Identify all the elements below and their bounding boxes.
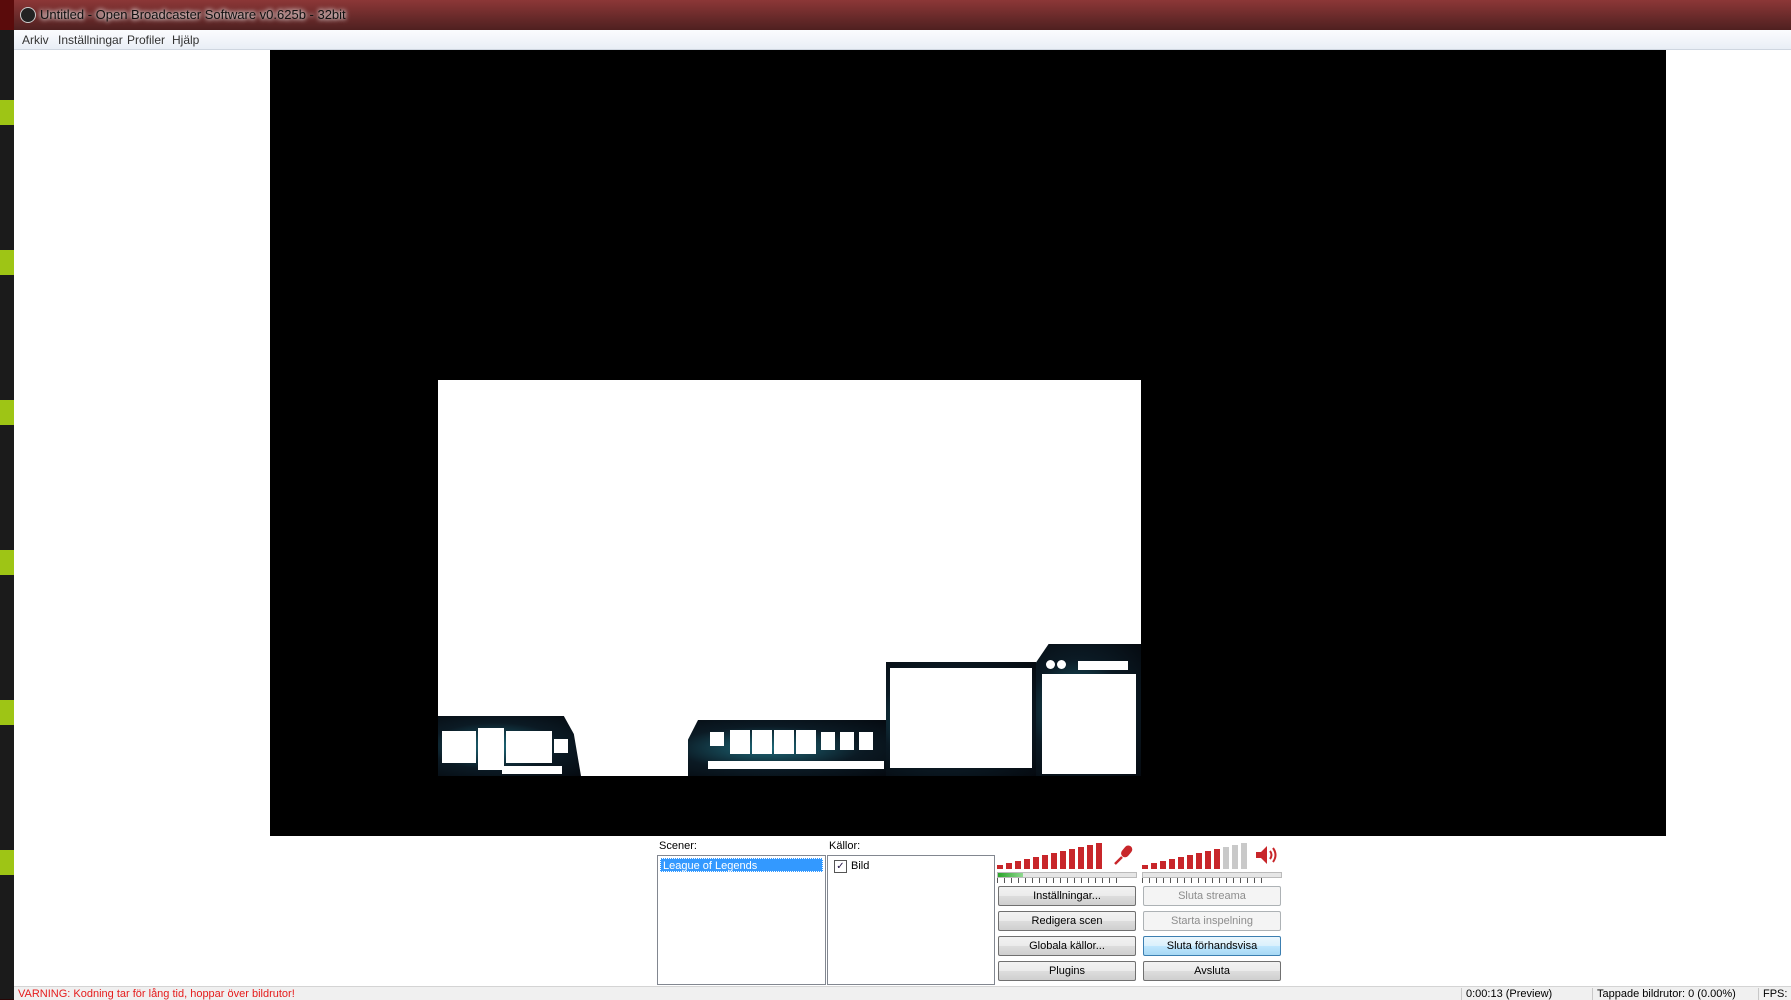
exit-button[interactable]: Avsluta bbox=[1143, 961, 1281, 981]
obs-window: Untitled - Open Broadcaster Software v0.… bbox=[14, 0, 1791, 1000]
preview-image-source bbox=[438, 380, 1141, 776]
scenes-list[interactable]: League of Legends bbox=[657, 855, 826, 985]
microphone-icon[interactable] bbox=[1112, 843, 1136, 867]
hud-minimap-dot bbox=[1046, 660, 1055, 669]
hud-portrait-box bbox=[442, 731, 476, 763]
hud-ability-slot bbox=[821, 732, 835, 750]
meter-bar bbox=[1160, 861, 1166, 869]
meter-bar bbox=[1178, 857, 1184, 869]
speaker-icon[interactable] bbox=[1254, 843, 1280, 867]
menu-installningar[interactable]: Inställningar bbox=[58, 33, 123, 47]
status-warning: VARNING: Kodning tar för lång tid, hoppa… bbox=[18, 988, 295, 1000]
settings-button[interactable]: Inställningar... bbox=[998, 886, 1136, 906]
hud-ability-slot bbox=[859, 732, 873, 750]
meter-bar bbox=[1241, 843, 1247, 869]
plugins-button[interactable]: Plugins bbox=[998, 961, 1136, 981]
edit-scene-button[interactable]: Redigera scen bbox=[998, 911, 1136, 931]
source-checkbox[interactable]: ✓ bbox=[834, 860, 847, 873]
global-sources-button[interactable]: Globala källor... bbox=[998, 936, 1136, 956]
meter-bar bbox=[1196, 853, 1202, 869]
sources-label: Källor: bbox=[829, 840, 861, 852]
hud-stat-box bbox=[506, 731, 552, 763]
hud-stat-box bbox=[502, 766, 562, 774]
sources-list[interactable]: ✓ Bild bbox=[827, 855, 995, 985]
meter-bar bbox=[1087, 845, 1093, 869]
preview-area[interactable] bbox=[270, 50, 1666, 836]
meter-bar bbox=[1069, 849, 1075, 869]
menu-bar: Arkiv Inställningar Profiler Hjälp bbox=[14, 30, 1791, 50]
meter-bar bbox=[1169, 859, 1175, 869]
hud-ability-slot bbox=[840, 732, 854, 750]
scenes-label: Scener: bbox=[659, 840, 697, 852]
status-fps: FPS: bbox=[1758, 988, 1787, 1000]
meter-bar bbox=[1042, 855, 1048, 869]
window-title: Untitled - Open Broadcaster Software v0.… bbox=[40, 7, 346, 22]
hud-item-box bbox=[890, 668, 1032, 768]
meter-bar bbox=[1078, 847, 1084, 869]
meter-bar bbox=[1151, 863, 1157, 869]
hud-minimap-bar bbox=[1078, 661, 1128, 670]
stop-stream-button[interactable]: Sluta streama bbox=[1143, 886, 1281, 906]
meter-bar bbox=[1033, 857, 1039, 869]
title-bar[interactable]: Untitled - Open Broadcaster Software v0.… bbox=[14, 0, 1791, 30]
meter-bar bbox=[1142, 865, 1148, 869]
status-dropped-frames: Tappade bildrutor: 0 (0.00%) bbox=[1592, 988, 1736, 1000]
meter-bar bbox=[1214, 849, 1220, 869]
meter-bar bbox=[1060, 851, 1066, 869]
mic-volume-fill bbox=[998, 873, 1023, 877]
meter-bar bbox=[1015, 861, 1021, 869]
meter-bar bbox=[1232, 845, 1238, 869]
source-item[interactable]: Bild bbox=[851, 860, 869, 872]
hud-ability-slot bbox=[710, 732, 724, 746]
hud-stat-box bbox=[554, 739, 568, 753]
meter-bar bbox=[1024, 859, 1030, 869]
meter-bar bbox=[1051, 853, 1057, 869]
hud-ability-slot bbox=[752, 730, 772, 754]
hud-minimap-box bbox=[1042, 674, 1136, 774]
scene-item[interactable]: League of Legends bbox=[660, 858, 823, 872]
menu-profiler[interactable]: Profiler bbox=[127, 33, 165, 47]
meter-bar bbox=[1096, 843, 1102, 869]
hud-resource-bar bbox=[708, 761, 884, 769]
meter-bar bbox=[1006, 863, 1012, 869]
obs-logo-icon bbox=[20, 7, 36, 23]
hud-ability-slot bbox=[774, 730, 794, 754]
status-time: 0:00:13 (Preview) bbox=[1461, 988, 1552, 1000]
meter-bar bbox=[1223, 847, 1229, 869]
mic-volume-ticks bbox=[997, 878, 1117, 883]
start-recording-button[interactable]: Starta inspelning bbox=[1143, 911, 1281, 931]
desktop-background-left bbox=[0, 30, 14, 999]
hud-ability-slot bbox=[796, 730, 816, 754]
meter-bar bbox=[997, 865, 1003, 869]
status-bar: VARNING: Kodning tar för lång tid, hoppa… bbox=[14, 986, 1791, 1000]
desktop-volume-ticks bbox=[1142, 878, 1262, 883]
menu-arkiv[interactable]: Arkiv bbox=[22, 33, 49, 47]
desktop-volume-meter bbox=[1142, 843, 1252, 869]
meter-bar bbox=[1187, 855, 1193, 869]
stop-preview-button[interactable]: Sluta förhandsvisa bbox=[1143, 936, 1281, 956]
hud-ability-slot bbox=[730, 730, 750, 754]
hud-minimap-dot bbox=[1057, 660, 1066, 669]
meter-bar bbox=[1205, 851, 1211, 869]
hud-stat-box bbox=[478, 728, 504, 770]
mic-volume-meter bbox=[997, 843, 1107, 869]
menu-hjalp[interactable]: Hjälp bbox=[172, 33, 199, 47]
